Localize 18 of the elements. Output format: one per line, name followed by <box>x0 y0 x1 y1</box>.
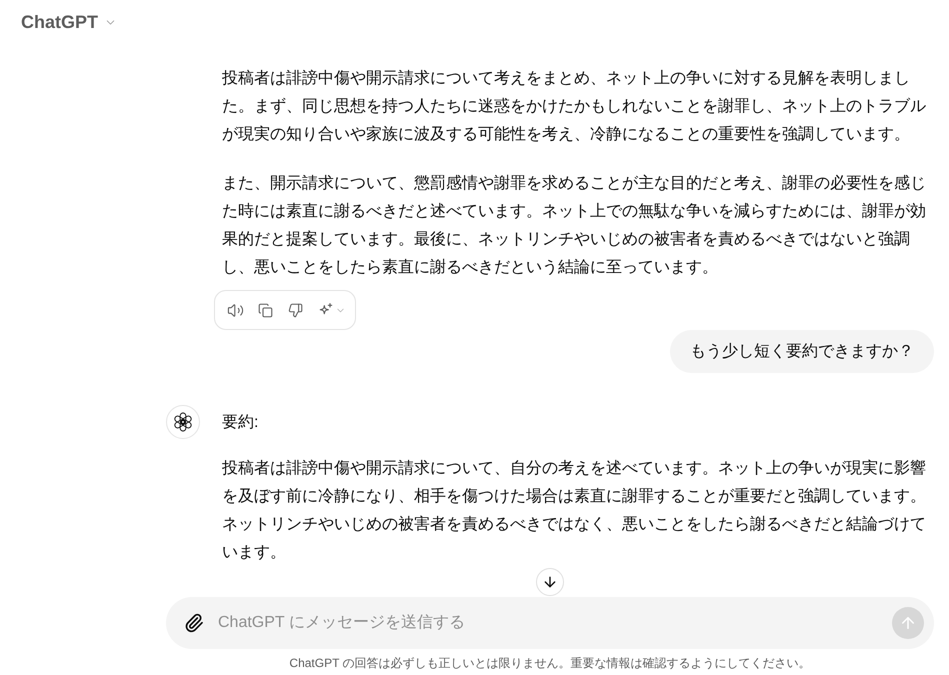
message-paragraph: また、開示請求について、懲罰感情や謝罪を求めることが主な目的だと考え、謝罪の必要性を感じた時には素直に謝るべきだと述べています。ネット上での無駄な争いを減らすためには、謝罪が効果的だと提案しています。最後に、ネットリンチやいじめの被害者を責めるべきではないと強調し、悪いことをしたら素直に謝るべきだという結論に至っています。 <box>222 174 926 278</box>
paperclip-icon <box>184 613 204 633</box>
message-composer[interactable]: ChatGPT にメッセージを送信する <box>166 597 934 649</box>
scroll-down-button[interactable] <box>536 568 564 596</box>
copy-icon <box>258 302 272 318</box>
speaker-icon <box>226 302 244 318</box>
message-paragraph: 投稿者は誹謗中傷や開示請求について、自分の考えを述べています。ネット上の争いが現実に影響を及ぼす前に冷静になり、相手を傷つけた場合は素直に謝罪することが重要だと強調しています。ネットリンチやいじめの被害者を責めるべきではなく、悪いことをしたら謝るべきだと結論づけています。 <box>222 458 926 563</box>
user-message-bubble: もう少し短く要約できますか？ <box>670 330 934 373</box>
flower-logo-icon <box>173 412 193 432</box>
arrow-down-icon <box>542 574 558 590</box>
message-input[interactable]: ChatGPT にメッセージを送信する <box>218 605 892 641</box>
attach-button[interactable] <box>183 612 205 634</box>
disclaimer-text: ChatGPT の回答は必ずしも正しいとは限りません。重要な情報は確認するようにしてください。 <box>289 655 811 671</box>
model-title: ChatGPT <box>21 10 98 34</box>
message-paragraph: 投稿者は誹謗中傷や開示請求について考えをまとめ、ネット上の争いに対する見解を表明しました。まず、同じ思想を持つ人たちに迷惑をかけたかもしれないことを謝罪し、ネット上のトラブルが現実の知り合いや家族に波及する可能性を考え、冷静になることの重要性を強調しています。 <box>222 68 926 145</box>
model-selector-button[interactable]: ChatGPT <box>21 8 118 36</box>
message-paragraph: 要約: <box>222 413 260 433</box>
thumbs-down-icon <box>288 302 302 318</box>
